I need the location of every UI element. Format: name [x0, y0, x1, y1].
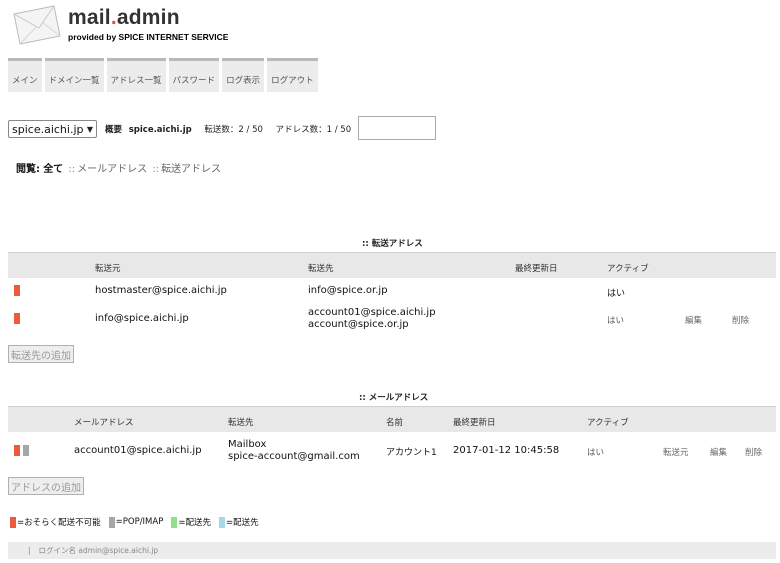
legend-swatch — [218, 516, 225, 528]
edit-link[interactable]: 編集 — [685, 314, 702, 326]
legend-swatch — [171, 516, 178, 528]
col-active: アクティブ — [587, 418, 629, 428]
legend-label: =おそらく配送不可能 — [17, 518, 101, 528]
forward-link[interactable]: 転送元 — [663, 446, 689, 458]
edit-link[interactable]: 編集 — [710, 446, 727, 458]
updated-date: 2017-01-12 10:45:58 — [453, 445, 560, 456]
tab-domain-list[interactable]: ドメイン一覧 — [44, 58, 104, 92]
chevron-down-icon: ▼ — [86, 124, 93, 134]
forward-table-header: 転送元 転送先 最終更新日 アクティブ — [8, 252, 776, 278]
login-name: ログイン名 admin@spice.aichi.jp — [38, 546, 159, 555]
domain-select-value: spice.aichi.jp — [12, 122, 84, 136]
filter-separator: :: — [152, 164, 160, 175]
pop-imap-flag — [23, 445, 29, 456]
legend-swatch — [10, 516, 16, 528]
tab-address-list[interactable]: アドレス一覧 — [106, 58, 166, 92]
mail-dest: Mailbox — [228, 439, 267, 450]
add-address-button[interactable]: アドレスの追加 — [8, 477, 84, 495]
filter-forward-address[interactable]: 転送アドレス — [161, 164, 221, 175]
forward-dest: account@spice.or.jp — [308, 319, 409, 330]
delete-link[interactable]: 削除 — [732, 314, 749, 326]
envelope-logo-icon — [13, 5, 61, 45]
footer-divider: | — [28, 546, 31, 555]
legend-item: =おそらく配送不可能 — [10, 516, 101, 528]
col-updated: 最終更新日 — [515, 264, 558, 274]
table-row: account01@spice.aichi.jp Mailbox spice-a… — [8, 436, 776, 468]
domain-summary: 概要 spice.aichi.jp 転送数：2 / 50 アドレス数：1 / 5… — [105, 123, 351, 135]
forward-section-title: :: 転送アドレス — [362, 239, 423, 249]
legend-label: =配送先 — [178, 518, 211, 528]
forward-source: info@spice.aichi.jp — [95, 313, 189, 324]
view-filter: 閲覧: 全て :: メールアドレス :: 転送アドレス — [16, 160, 221, 175]
domain-select[interactable]: spice.aichi.jp ▼ — [8, 120, 97, 138]
tab-logout[interactable]: ログアウト — [267, 58, 318, 92]
legend-label: =POP/IMAP — [115, 517, 164, 527]
table-row: info@spice.aichi.jp account01@spice.aich… — [8, 306, 776, 336]
mail-address: account01@spice.aichi.jp — [74, 445, 202, 456]
active-status: はい — [587, 448, 605, 458]
legend-label: =配送先 — [225, 518, 259, 528]
overview-domain: spice.aichi.jp — [128, 125, 192, 135]
forward-count: 転送数：2 / 50 — [204, 125, 263, 135]
search-input[interactable] — [358, 116, 436, 140]
app-logo: mail.admin provided by SPICE INTERNET SE… — [10, 4, 250, 46]
app-title: mail.admin — [68, 6, 180, 29]
undeliverable-flag — [14, 313, 20, 324]
col-name: 名前 — [386, 418, 404, 428]
tab-log-view[interactable]: ログ表示 — [222, 58, 265, 92]
delete-link[interactable]: 削除 — [745, 446, 762, 458]
account-name: アカウント1 — [386, 448, 437, 458]
forward-source: hostmaster@spice.aichi.jp — [95, 285, 227, 296]
forward-dest: account01@spice.aichi.jp — [308, 307, 436, 318]
main-nav: メイン ドメイン一覧 アドレス一覧 パスワード ログ表示 ログアウト — [8, 58, 318, 92]
legend-swatch — [108, 516, 115, 528]
status-legend: =おそらく配送不可能 =POP/IMAP =配送先 =配送先 — [10, 516, 267, 528]
col-active: アクティブ — [607, 264, 649, 274]
add-forward-button[interactable]: 転送先の追加 — [8, 345, 74, 363]
undeliverable-flag — [14, 285, 20, 296]
address-count: アドレス数：1 / 50 — [275, 125, 352, 135]
tab-password[interactable]: パスワード — [168, 58, 220, 92]
legend-item: =配送先 — [218, 516, 259, 528]
col-forward-dest: 転送先 — [308, 264, 334, 274]
active-status: はい — [607, 289, 626, 299]
tab-main[interactable]: メイン — [8, 58, 42, 92]
col-mail-address: メールアドレス — [74, 418, 134, 428]
app-tagline: provided by SPICE INTERNET SERVICE — [68, 32, 229, 42]
filter-label: 閲覧: — [16, 164, 40, 175]
undeliverable-flag — [14, 445, 20, 456]
legend-item: =POP/IMAP — [108, 516, 164, 528]
legend-item: =配送先 — [171, 516, 211, 528]
active-status: はい — [607, 316, 625, 326]
mail-section-title: :: メールアドレス — [359, 393, 429, 403]
forward-dest: info@spice.or.jp — [308, 285, 388, 296]
filter-separator: :: — [68, 164, 76, 175]
filter-all[interactable]: 全て — [43, 164, 63, 175]
mail-dest: spice-account@gmail.com — [228, 451, 360, 462]
mail-table-header: メールアドレス 転送先 名前 最終更新日 アクティブ — [8, 406, 776, 432]
overview-label: 概要 — [105, 125, 123, 135]
table-row: hostmaster@spice.aichi.jp info@spice.or.… — [8, 280, 776, 304]
col-updated: 最終更新日 — [453, 418, 496, 428]
col-forward-source: 転送元 — [95, 264, 121, 274]
col-mail-dest: 転送先 — [228, 418, 254, 428]
footer: | ログイン名 admin@spice.aichi.jp — [8, 542, 776, 559]
filter-mail-address[interactable]: メールアドレス — [77, 164, 147, 175]
